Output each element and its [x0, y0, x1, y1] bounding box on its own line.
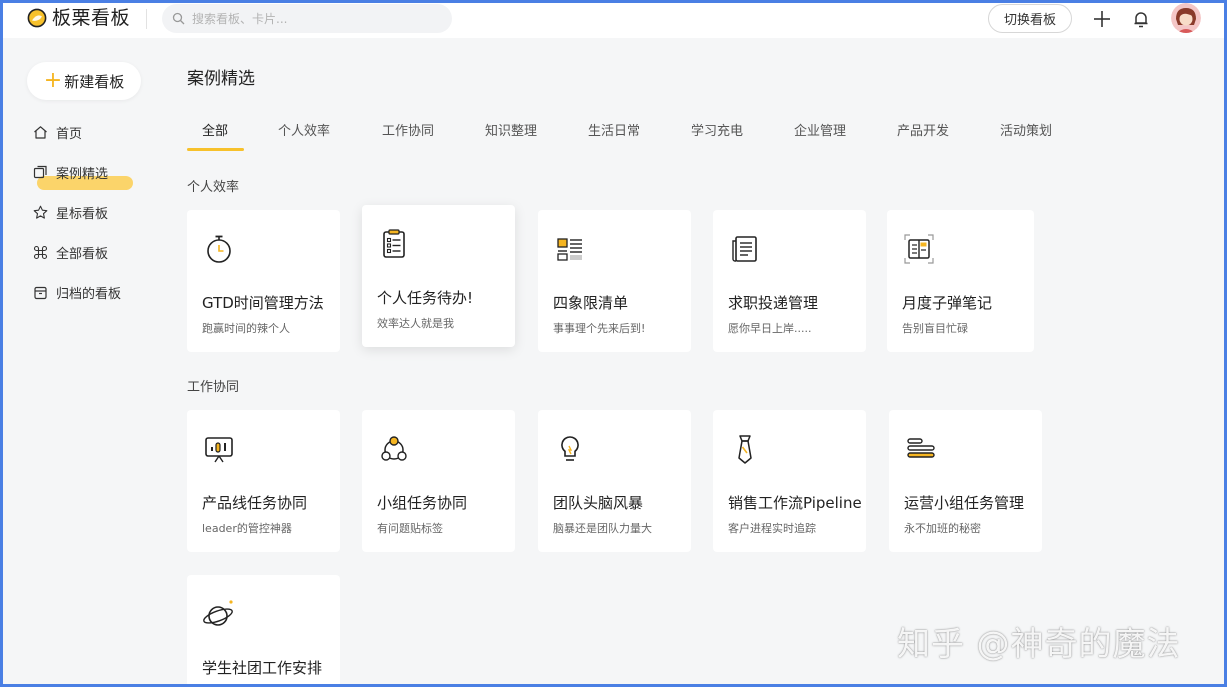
- card-subtitle: 事事理个先来后到!: [553, 322, 646, 335]
- template-card[interactable]: 月度子弹笔记 告别盲目忙碌: [887, 210, 1034, 352]
- template-card[interactable]: 个人任务待办! 效率达人就是我: [362, 205, 515, 347]
- command-icon: [33, 245, 48, 259]
- top-bar: 板栗看板 切换看板: [0, 0, 1227, 38]
- sidebar-item-label: 首页: [56, 126, 83, 142]
- switch-board-button[interactable]: 切换看板: [988, 4, 1072, 33]
- star-icon: [33, 205, 48, 219]
- planet-icon: [203, 600, 233, 626]
- card-subtitle: 客户进程实时追踪: [728, 522, 816, 535]
- card-title: 学生社团工作安排: [202, 659, 323, 677]
- page-title: 案例精选: [187, 69, 255, 89]
- card-subtitle: 脑暴还是团队力量大: [553, 522, 652, 535]
- template-card[interactable]: 销售工作流Pipeline 客户进程实时追踪: [713, 410, 866, 552]
- necktie-icon: [738, 435, 752, 464]
- archive-icon: [34, 286, 47, 299]
- card-subtitle: 效率达人就是我: [377, 317, 454, 330]
- sidebar-item-label: 全部看板: [56, 246, 109, 262]
- card-subtitle: 告别盲目忙碌: [902, 322, 968, 335]
- search-box[interactable]: [162, 4, 452, 33]
- card-title: 四象限清单: [553, 294, 629, 312]
- card-title: 销售工作流Pipeline: [728, 494, 862, 512]
- template-card[interactable]: 团队头脑风暴 脑暴还是团队力量大: [538, 410, 691, 552]
- sidebar-item-label: 案例精选: [56, 166, 109, 182]
- card-title: 团队头脑风暴: [553, 494, 644, 512]
- presentation-chart-icon: [205, 437, 233, 463]
- app-name: 板栗看板: [52, 7, 131, 29]
- sidebar-item-label: 星标看板: [56, 206, 109, 222]
- tab-personal-efficiency[interactable]: 个人效率: [278, 120, 330, 139]
- add-icon[interactable]: [1091, 8, 1113, 30]
- user-avatar[interactable]: [1171, 3, 1201, 33]
- sidebar-item-label: 归档的看板: [56, 286, 122, 302]
- section-title: 工作协同: [187, 380, 240, 395]
- plus-icon: +: [43, 68, 63, 93]
- bell-icon[interactable]: [1130, 8, 1152, 30]
- clipboard-list-icon: [383, 229, 405, 258]
- template-card[interactable]: 运营小组任务管理 永不加班的秘密: [889, 410, 1042, 552]
- sidebar-item-home[interactable]: 首页: [33, 112, 153, 152]
- stopwatch-icon: [207, 235, 231, 263]
- card-title: 产品线任务协同: [202, 494, 308, 512]
- template-card[interactable]: GTD时间管理方法 跑赢时间的辣个人: [187, 210, 340, 352]
- tab-event-planning[interactable]: 活动策划: [1000, 120, 1052, 139]
- section-title: 个人效率: [187, 180, 240, 195]
- divider: [146, 9, 147, 29]
- card-subtitle: 愿你早日上岸.....: [728, 322, 812, 335]
- card-title: 月度子弹笔记: [902, 294, 993, 312]
- sidebar-item-featured[interactable]: 案例精选: [33, 152, 153, 192]
- home-icon: [34, 125, 47, 139]
- bars-icon: [907, 438, 935, 458]
- new-board-label: 新建看板: [64, 72, 125, 91]
- active-tab-indicator: [187, 148, 244, 151]
- quadrant-list-icon: [557, 238, 582, 261]
- card-title: 小组任务协同: [377, 494, 468, 512]
- tab-product-dev[interactable]: 产品开发: [897, 120, 949, 139]
- tab-knowledge[interactable]: 知识整理: [485, 120, 537, 139]
- template-card[interactable]: 产品线任务协同 leader的管控神器: [187, 410, 340, 552]
- new-board-button[interactable]: + 新建看板: [27, 62, 141, 100]
- logo-icon: [27, 8, 47, 28]
- tab-work-collab[interactable]: 工作协同: [382, 120, 434, 139]
- card-title: 个人任务待办!: [377, 289, 474, 307]
- card-subtitle: 跑赢时间的辣个人: [202, 322, 290, 335]
- tab-learning[interactable]: 学习充电: [691, 120, 743, 139]
- tab-enterprise[interactable]: 企业管理: [794, 120, 846, 139]
- card-subtitle: 有问题贴标签: [377, 522, 443, 535]
- template-card[interactable]: 四象限清单 事事理个先来后到!: [538, 210, 691, 352]
- card-subtitle: 永不加班的秘密: [904, 522, 981, 535]
- search-icon: [172, 12, 185, 25]
- sidebar-item-starred[interactable]: 星标看板: [33, 192, 153, 232]
- tab-daily-life[interactable]: 生活日常: [588, 120, 640, 139]
- template-card[interactable]: 求职投递管理 愿你早日上岸.....: [713, 210, 866, 352]
- team-circle-icon: [381, 436, 407, 461]
- search-input[interactable]: [190, 10, 444, 27]
- sidebar-nav: 首页 案例精选 星标看板 全部看板 归档的看板: [33, 112, 153, 312]
- sidebar-item-all-boards[interactable]: 全部看板: [33, 232, 153, 272]
- copy-icon: [33, 165, 47, 178]
- template-card[interactable]: 学生社团工作安排: [187, 575, 340, 687]
- sidebar-item-archived[interactable]: 归档的看板: [33, 272, 153, 312]
- lightbulb-icon: [561, 436, 579, 461]
- card-title: GTD时间管理方法: [202, 294, 324, 312]
- card-title: 运营小组任务管理: [904, 494, 1025, 512]
- watermark: 知乎 @神奇的魔法: [897, 624, 1181, 663]
- card-title: 求职投递管理: [728, 294, 819, 312]
- notebook-icon: [904, 234, 934, 264]
- tab-all[interactable]: 全部: [202, 120, 228, 139]
- template-card[interactable]: 小组任务协同 有问题贴标签: [362, 410, 515, 552]
- card-subtitle: leader的管控神器: [202, 522, 292, 535]
- app-logo[interactable]: 板栗看板: [27, 6, 130, 30]
- newspaper-icon: [732, 236, 757, 262]
